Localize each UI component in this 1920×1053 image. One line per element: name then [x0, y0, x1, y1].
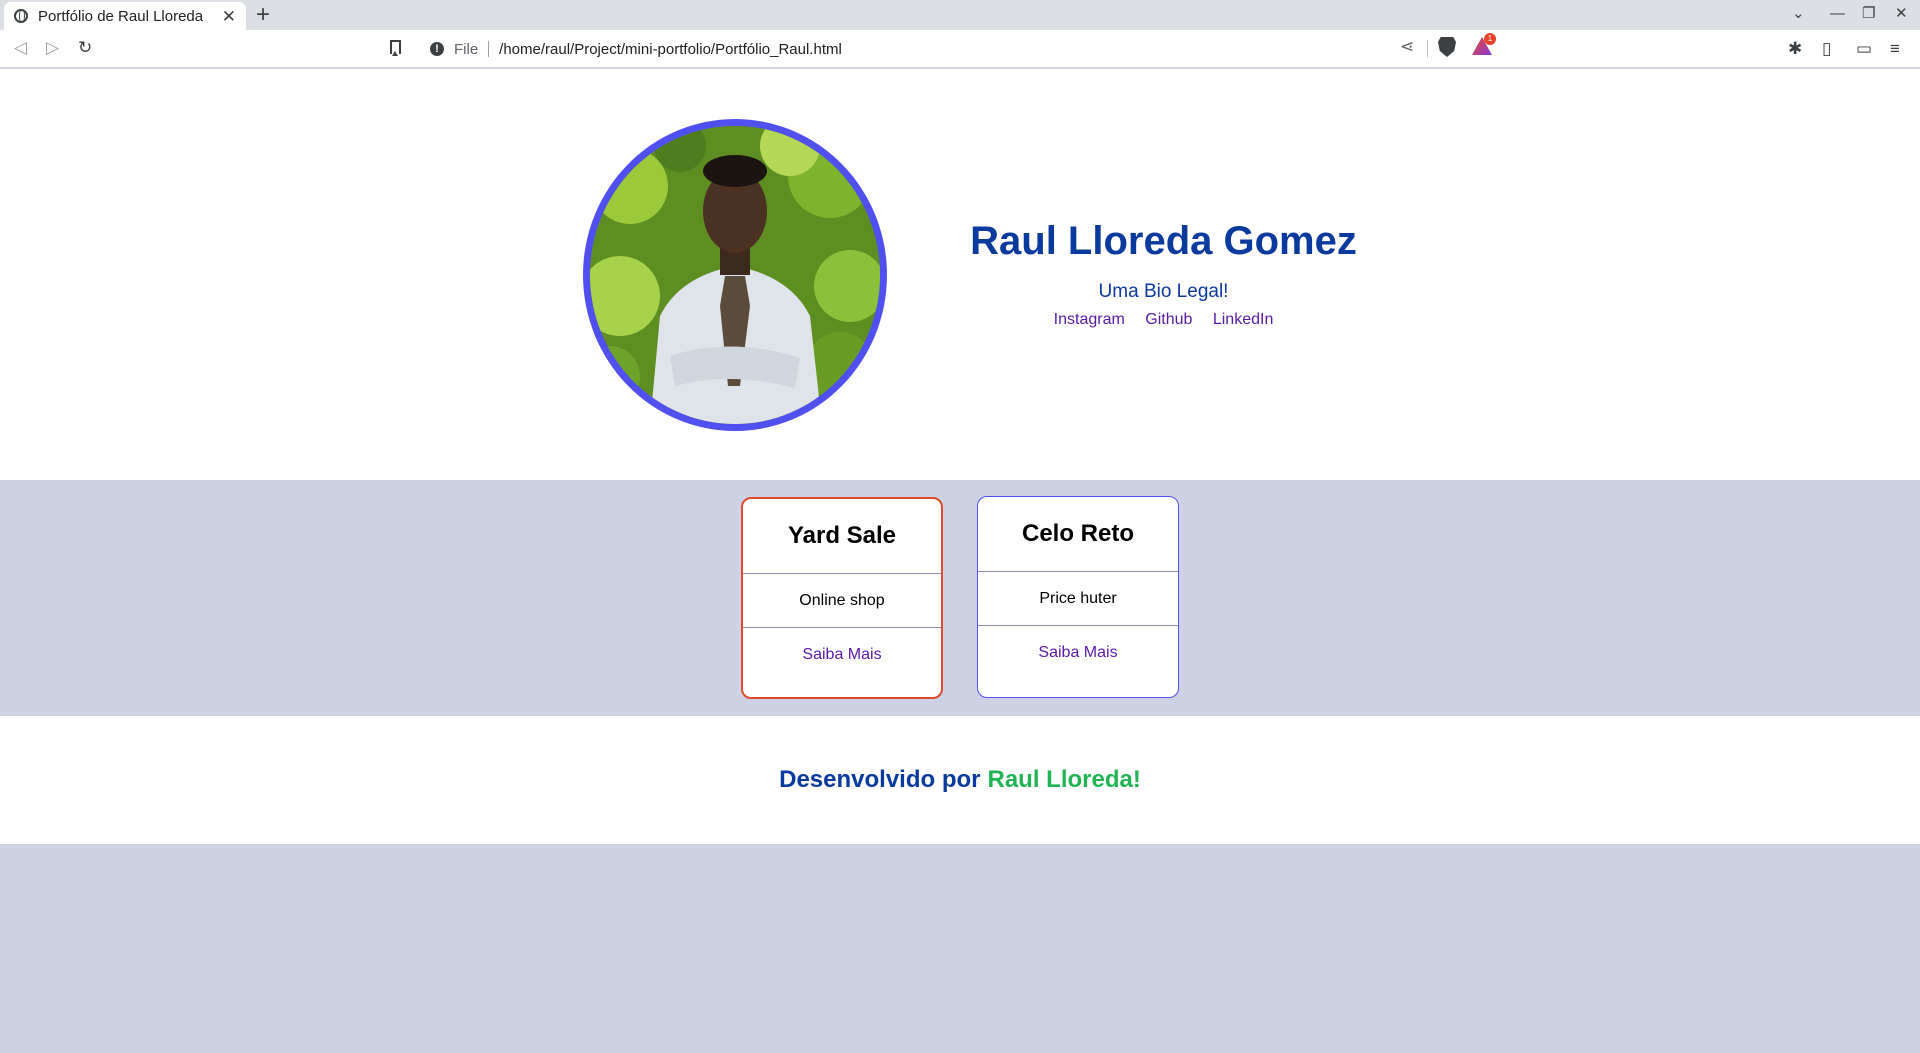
bookmark-icon[interactable] [390, 40, 401, 56]
rewards-badge: 1 [1484, 33, 1496, 45]
new-tab-button[interactable]: + [256, 2, 270, 28]
profile-header: Raul Lloreda Gomez Uma Bio Legal! Instag… [0, 69, 1920, 480]
profile-photo [590, 126, 880, 424]
back-icon[interactable]: ◁ [14, 38, 27, 58]
tab-title: Portfólio de Raul Lloreda [38, 7, 204, 25]
wallet-icon[interactable]: ▭ [1856, 39, 1872, 59]
instagram-link[interactable]: Instagram [1054, 311, 1125, 328]
url-scheme-label: File [454, 40, 479, 58]
profile-bio: Uma Bio Legal! [1098, 281, 1229, 302]
site-info-icon[interactable]: ! [430, 42, 444, 56]
tab-close-icon[interactable]: ✕ [222, 8, 236, 25]
footer-prefix: Desenvolvido por [779, 766, 981, 793]
url-text[interactable]: /home/raul/Project/mini-portfolio/Portfó… [499, 41, 842, 58]
extensions-icon[interactable]: ✱ [1788, 39, 1802, 59]
project-card-description: Price huter [978, 572, 1178, 626]
browser-tab[interactable]: Portfólio de Raul Lloreda ✕ [4, 2, 246, 30]
project-card-yard-sale: Yard Sale Online shop Saiba Mais [741, 497, 943, 699]
web-page: Raul Lloreda Gomez Uma Bio Legal! Instag… [0, 69, 1920, 1053]
footer-author: Raul Lloreda! [987, 766, 1141, 793]
restore-icon[interactable]: ❐ [1862, 4, 1875, 24]
profile-avatar [583, 119, 887, 431]
project-card-link[interactable]: Saiba Mais [978, 626, 1178, 680]
project-card-title: Celo Reto [978, 497, 1178, 572]
social-links: Instagram Github LinkedIn [930, 311, 1397, 329]
minimize-icon[interactable]: — [1830, 4, 1845, 24]
menu-icon[interactable]: ≡ [1890, 39, 1900, 59]
project-card-link[interactable]: Saiba Mais [743, 628, 941, 682]
profile-name: Raul Lloreda Gomez [970, 219, 1357, 263]
reload-icon[interactable]: ↻ [78, 38, 92, 58]
project-card-description: Online shop [743, 574, 941, 628]
linkedin-link[interactable]: LinkedIn [1213, 311, 1274, 328]
url-separator [488, 41, 490, 57]
sidebar-icon[interactable]: ▯ [1822, 39, 1831, 59]
page-footer: Desenvolvido por Raul Lloreda! [0, 716, 1920, 844]
projects-section: Yard Sale Online shop Saiba Mais Celo Re… [0, 480, 1920, 716]
project-card-title: Yard Sale [743, 499, 941, 574]
close-window-icon[interactable]: ✕ [1895, 4, 1908, 24]
forward-icon[interactable]: ▷ [46, 38, 59, 58]
github-link[interactable]: Github [1145, 311, 1192, 328]
project-card-celo-reto: Celo Reto Price huter Saiba Mais [977, 496, 1179, 698]
browser-toolbar: ◁ ▷ ↻ ! File /home/raul/Project/mini-por… [0, 30, 1920, 68]
share-icon[interactable]: ⋖ [1400, 37, 1414, 57]
address-bar[interactable]: ! File /home/raul/Project/mini-portfolio… [420, 34, 1500, 64]
tab-list-icon[interactable]: ⌄ [1792, 4, 1805, 24]
browser-tab-bar: Portfólio de Raul Lloreda ✕ + ⌄ — ❐ ✕ [0, 0, 1920, 30]
globe-icon [14, 9, 28, 23]
toolbar-divider [1427, 40, 1428, 58]
